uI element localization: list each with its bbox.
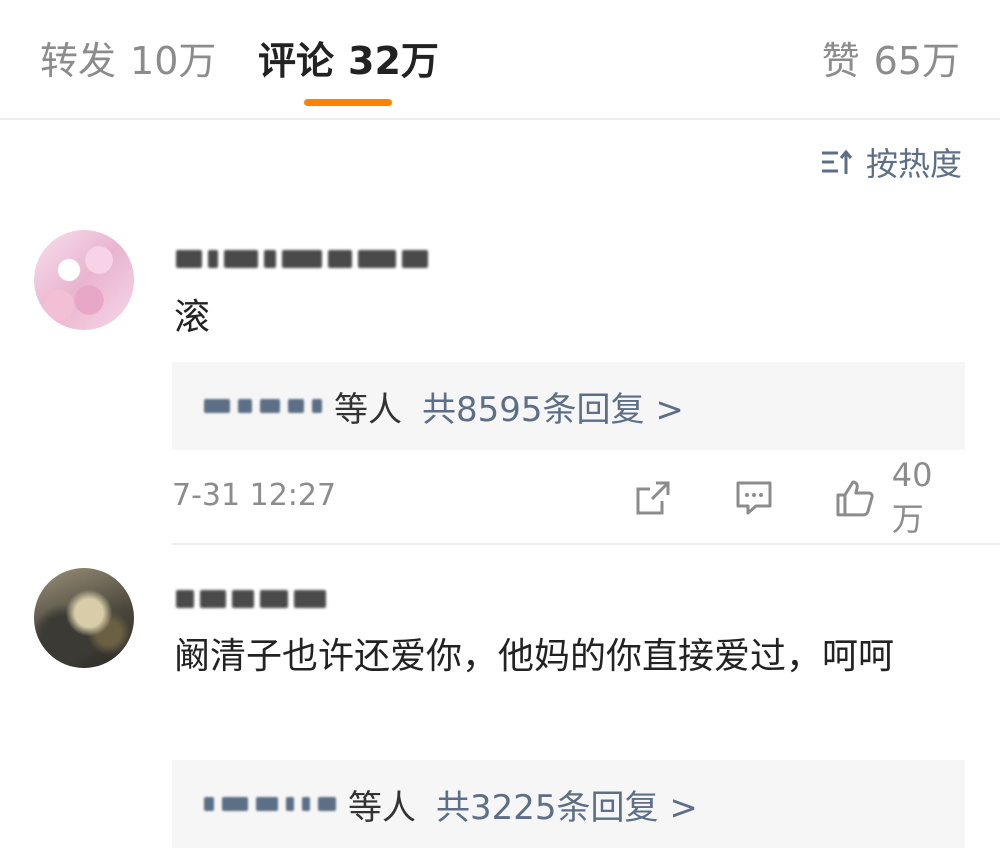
reply-summary[interactable]: 等人 共8595条回复 >: [172, 362, 965, 450]
tab-comments[interactable]: 评论 32万: [258, 36, 439, 86]
reply-count-link[interactable]: 共3225条回复 >: [436, 780, 698, 829]
tab-repost-label: 转发: [40, 39, 117, 83]
tab-likes[interactable]: 赞 65万: [822, 36, 960, 86]
avatar[interactable]: [34, 568, 134, 668]
reply-suffix: 等人: [348, 787, 416, 828]
active-tab-indicator: [304, 99, 392, 106]
sort-label: 按热度: [865, 145, 962, 183]
username-blurred[interactable]: [176, 584, 332, 614]
share-icon: [636, 481, 670, 515]
reply-button[interactable]: [734, 476, 774, 520]
reply-usernames-blurred: [204, 399, 330, 413]
like-button[interactable]: 40万: [834, 456, 964, 538]
thumbs-up-icon: [836, 480, 874, 517]
tab-likes-count: 65万: [873, 39, 960, 83]
tab-likes-label: 赞: [821, 39, 860, 83]
reply-suffix: 等人: [334, 389, 402, 430]
comment-icon: [736, 481, 772, 515]
tab-repost[interactable]: 转发 10万: [40, 36, 216, 86]
avatar[interactable]: [34, 230, 134, 330]
sort-icon: [821, 149, 853, 174]
comment-text: 滚: [174, 297, 211, 338]
sort-button[interactable]: 按热度: [820, 140, 962, 184]
tab-repost-count: 10万: [130, 39, 217, 83]
share-button[interactable]: [634, 476, 672, 520]
comment-divider: [172, 543, 1000, 545]
comment-actions: 7-31 12:27 40万: [172, 456, 964, 538]
tab-comments-label: 评论: [258, 39, 335, 83]
tab-comments-count: 32万: [348, 39, 439, 83]
reply-summary[interactable]: 等人 共3225条回复 >: [172, 760, 965, 848]
username-blurred[interactable]: [176, 244, 434, 274]
comment-text: 阚清子也许还爱你，他妈的你直接爱过，呵呵: [174, 636, 895, 677]
like-count: 40万: [891, 456, 933, 538]
reply-count-link[interactable]: 共8595条回复 >: [422, 382, 684, 431]
comment-timestamp: 7-31 12:27: [172, 478, 337, 513]
comment-tabs: 转发 10万 评论 32万 赞 65万: [0, 0, 1000, 120]
reply-usernames-blurred: [204, 797, 344, 811]
